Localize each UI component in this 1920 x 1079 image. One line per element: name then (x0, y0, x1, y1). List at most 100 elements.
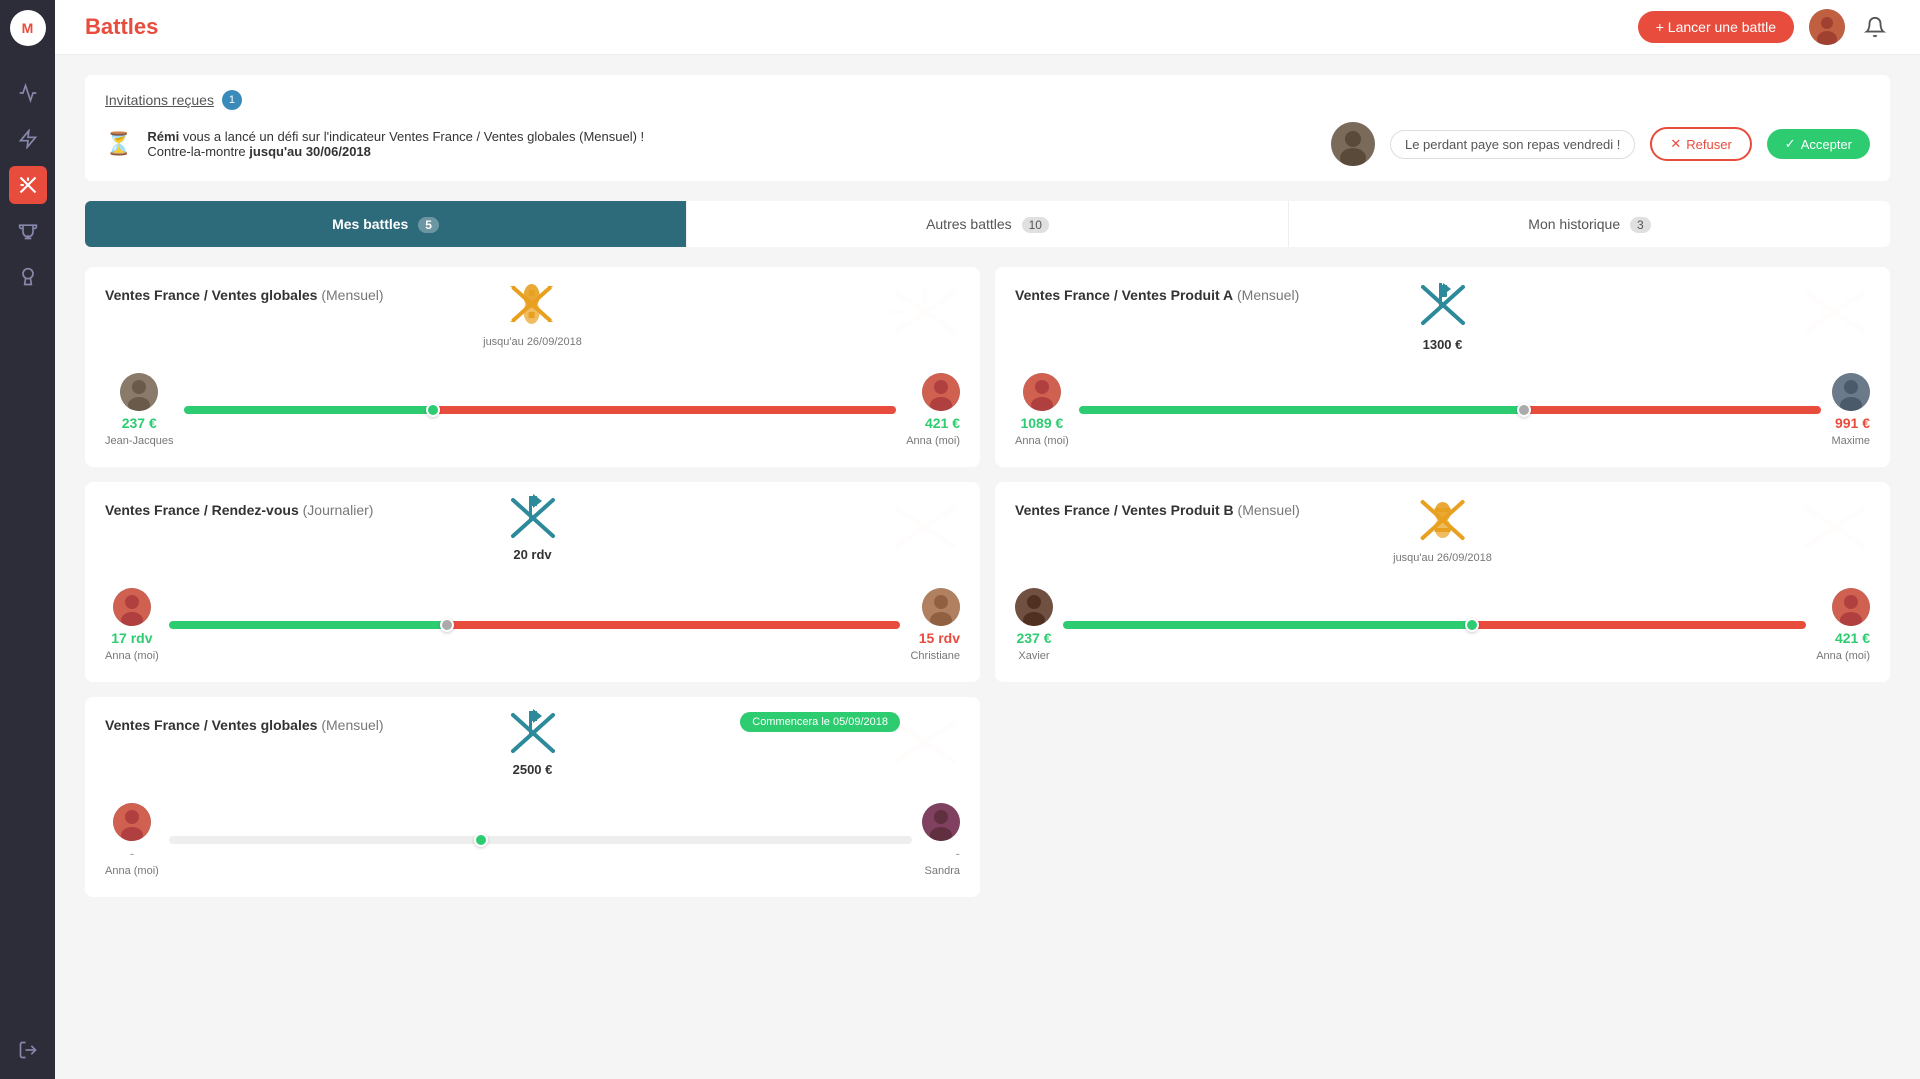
battle-3-title-bold: Ventes France / Rendez-vous (105, 502, 299, 518)
notification-icon[interactable] (1860, 12, 1890, 42)
tab-historique-count: 3 (1630, 217, 1651, 233)
battle-2-score-left: 1089 € (1020, 415, 1063, 431)
tab-historique-label: Mon historique (1528, 216, 1620, 232)
launch-battle-button[interactable]: + Lancer une battle (1638, 11, 1794, 43)
battle-2-player-left: 1089 € Anna (moi) (1015, 373, 1069, 447)
tab-autres-battles-label: Autres battles (926, 216, 1012, 232)
battle-4-progress-bar (1063, 621, 1806, 629)
battle-3-milestone: 20 rdv (513, 547, 551, 562)
battle-2-avatar-left (1023, 373, 1061, 411)
invitations-badge: 1 (222, 90, 242, 110)
battle-1-avatar-left (120, 373, 158, 411)
battle-5-starts-badge: Commencera le 05/09/2018 (740, 712, 900, 732)
battle-1-progress-section: 237 € Jean-Jacques (105, 373, 960, 447)
invitation-stake: Le perdant paye son repas vendredi ! (1390, 130, 1635, 159)
battle-3-watermark (885, 497, 965, 571)
logo[interactable]: M (10, 10, 46, 46)
sidebar-item-lightning[interactable] (9, 120, 47, 158)
tab-autres-battles-count: 10 (1022, 217, 1049, 233)
battle-5-name-left: Anna (moi) (105, 865, 159, 877)
battle-1-score-right: 421 € (925, 415, 960, 431)
battle-3-progress-section: 17 rdv Anna (moi) (105, 588, 960, 662)
battle-4-title-paren: (Mensuel) (1238, 502, 1300, 518)
tab-mes-battles-label: Mes battles (332, 216, 408, 232)
battle-2-player-right: 991 € Maxime (1831, 373, 1870, 447)
accept-check-icon: ✓ (1785, 136, 1796, 152)
invitation-sub-pre: Contre-la-montre (147, 144, 249, 159)
battle-3-name-left: Anna (moi) (105, 650, 159, 662)
battle-card-1: Ventes France / Ventes globales (Mensuel… (85, 267, 980, 467)
battle-5-progress-section: - Anna (moi) (105, 803, 960, 877)
refuse-label: Refuser (1686, 137, 1732, 152)
battle-2-name-left: Anna (moi) (1015, 435, 1069, 447)
sidebar-item-cup[interactable] (9, 258, 47, 296)
battle-3-avatar-right (922, 588, 960, 626)
battle-3-progress-bar (169, 621, 901, 629)
sidebar-item-battles[interactable] (9, 166, 47, 204)
battle-card-5: Ventes France / Ventes globales (Mensuel… (85, 697, 980, 897)
battle-1-progress-bar (184, 406, 897, 414)
accept-button[interactable]: ✓ Accepter (1767, 129, 1870, 159)
battle-3-player-right: 15 rdv Christiane (910, 588, 960, 662)
battle-4-score-left: 237 € (1016, 630, 1051, 646)
invitation-text: Rémi vous a lancé un défi sur l'indicate… (147, 129, 1316, 159)
header-actions: + Lancer une battle (1638, 9, 1890, 45)
inviter-name: Rémi (147, 129, 179, 144)
battle-3-title-paren: (Journalier) (303, 502, 374, 518)
page-title: Battles (85, 14, 1638, 40)
battle-5-milestone: 2500 € (513, 762, 553, 777)
sidebar: M (0, 0, 55, 1079)
sidebar-item-trophy[interactable] (9, 212, 47, 250)
battle-1-icon (505, 277, 560, 332)
battle-3-name-right: Christiane (910, 650, 960, 662)
battle-4-watermark (1795, 497, 1875, 571)
battle-1-name-left: Jean-Jacques (105, 435, 174, 447)
battle-5-score-left: - (130, 845, 135, 861)
battle-2-players: 1089 € Anna (moi) (1015, 373, 1870, 447)
battle-2-score-right: 991 € (1835, 415, 1870, 431)
battle-4-icon (1413, 490, 1473, 550)
battle-2-icon (1413, 275, 1473, 335)
battle-3-avatar-left (113, 588, 151, 626)
battle-1-score-left: 237 € (122, 415, 157, 431)
battle-3-score-right: 15 rdv (919, 630, 960, 646)
battles-grid: Ventes France / Ventes globales (Mensuel… (85, 267, 1890, 897)
tab-mes-battles[interactable]: Mes battles 5 (85, 201, 687, 247)
battle-2-title-paren: (Mensuel) (1237, 287, 1299, 303)
hourglass-icon: ⏳ (105, 131, 132, 157)
battle-2-progress-bar (1079, 406, 1822, 414)
refuse-x-icon: ✕ (1670, 136, 1681, 152)
tab-autres-battles[interactable]: Autres battles 10 (687, 201, 1289, 247)
battle-4-name-left: Xavier (1018, 650, 1049, 662)
battle-5-name-right: Sandra (925, 865, 960, 877)
sidebar-item-logout[interactable] (9, 1031, 47, 1069)
battle-4-date: jusqu'au 26/09/2018 (1393, 552, 1492, 564)
battle-2-name-right: Maxime (1831, 435, 1870, 447)
battle-1-name-right: Anna (moi) (906, 435, 960, 447)
invitations-label: Invitations reçues (105, 92, 214, 108)
battle-5-icon (503, 705, 563, 760)
battle-4-avatar-left (1015, 588, 1053, 626)
battle-5-title-bold: Ventes France / Ventes globales (105, 717, 317, 733)
battle-3-score-left: 17 rdv (111, 630, 152, 646)
tabs-bar: Mes battles 5 Autres battles 10 Mon hist… (85, 201, 1890, 247)
invitation-row: ⏳ Rémi vous a lancé un défi sur l'indica… (105, 122, 1870, 166)
sidebar-item-chart[interactable] (9, 74, 47, 112)
battle-4-players: 237 € Xavier (1015, 588, 1870, 662)
user-avatar[interactable] (1809, 9, 1845, 45)
battle-card-4: Ventes France / Ventes Produit B (Mensue… (995, 482, 1890, 682)
main-content: Battles + Lancer une battle Invitations … (55, 0, 1920, 1079)
battle-4-player-right: 421 € Anna (moi) (1816, 588, 1870, 662)
tab-historique[interactable]: Mon historique 3 (1289, 201, 1890, 247)
battle-4-progress-section: 237 € Xavier (1015, 588, 1870, 662)
battle-2-title-bold: Ventes France / Ventes Produit A (1015, 287, 1233, 303)
battle-4-avatar-right (1832, 588, 1870, 626)
battle-5-avatar-right (922, 803, 960, 841)
battle-1-avatar-right (922, 373, 960, 411)
battle-5-player-right: - Sandra (922, 803, 960, 877)
invitation-message: vous a lancé un défi sur l'indicateur Ve… (179, 129, 644, 144)
battle-5-avatar-left (113, 803, 151, 841)
content-area: Invitations reçues 1 ⏳ Rémi vous a lancé… (55, 55, 1920, 1079)
battle-card-2: Ventes France / Ventes Produit A (Mensue… (995, 267, 1890, 467)
refuse-button[interactable]: ✕ Refuser (1650, 127, 1751, 161)
